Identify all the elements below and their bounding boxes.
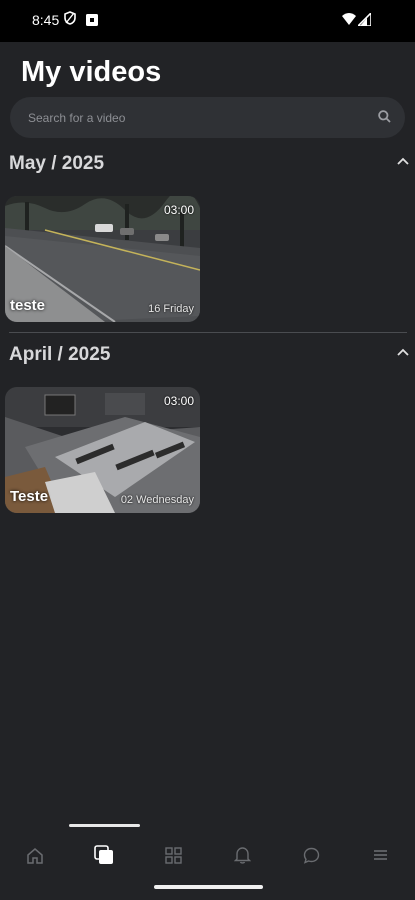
nav-home[interactable] xyxy=(20,840,50,870)
search-icon[interactable] xyxy=(378,110,391,123)
section-divider xyxy=(9,332,407,333)
search-bar[interactable] xyxy=(10,97,405,138)
bell-icon xyxy=(233,847,251,864)
video-title: teste xyxy=(10,297,46,314)
video-date: 02 Wednesday xyxy=(120,494,194,506)
video-title: Teste xyxy=(10,488,49,505)
nav-notifications[interactable] xyxy=(227,840,257,870)
videos-icon xyxy=(94,845,113,864)
section-title: May / 2025 xyxy=(9,153,105,174)
bottom-nav xyxy=(0,832,415,872)
signal-icon xyxy=(358,13,371,26)
home-icon xyxy=(27,847,43,864)
video-card[interactable]: 03:00 teste 16 Friday xyxy=(5,196,200,322)
section-header-april[interactable]: April / 2025 xyxy=(9,344,409,372)
location-shield-icon xyxy=(64,11,76,25)
video-duration: 03:00 xyxy=(163,394,194,408)
video-card[interactable]: 03:00 Teste 02 Wednesday xyxy=(5,387,200,513)
notification-icon xyxy=(86,14,98,26)
nav-grid[interactable] xyxy=(158,840,188,870)
chat-icon xyxy=(303,847,319,864)
section-title: April / 2025 xyxy=(9,344,111,365)
nav-menu[interactable] xyxy=(365,840,395,870)
active-tab-indicator xyxy=(69,824,140,827)
section-header-may[interactable]: May / 2025 xyxy=(9,153,409,181)
chevron-up-icon[interactable] xyxy=(397,157,409,165)
chevron-up-icon[interactable] xyxy=(397,348,409,356)
wifi-icon xyxy=(342,13,356,25)
menu-icon xyxy=(373,850,387,860)
status-bar: 8:45 xyxy=(0,0,415,42)
status-time: 8:45 xyxy=(32,12,60,28)
video-date: 16 Friday xyxy=(148,303,194,315)
page-title: My videos xyxy=(21,56,162,88)
video-duration: 03:00 xyxy=(163,203,194,217)
grid-icon xyxy=(164,846,182,864)
search-input[interactable] xyxy=(28,97,358,138)
gesture-navigation-bar[interactable] xyxy=(154,885,263,889)
nav-videos[interactable] xyxy=(89,840,119,870)
nav-chat[interactable] xyxy=(296,840,326,870)
